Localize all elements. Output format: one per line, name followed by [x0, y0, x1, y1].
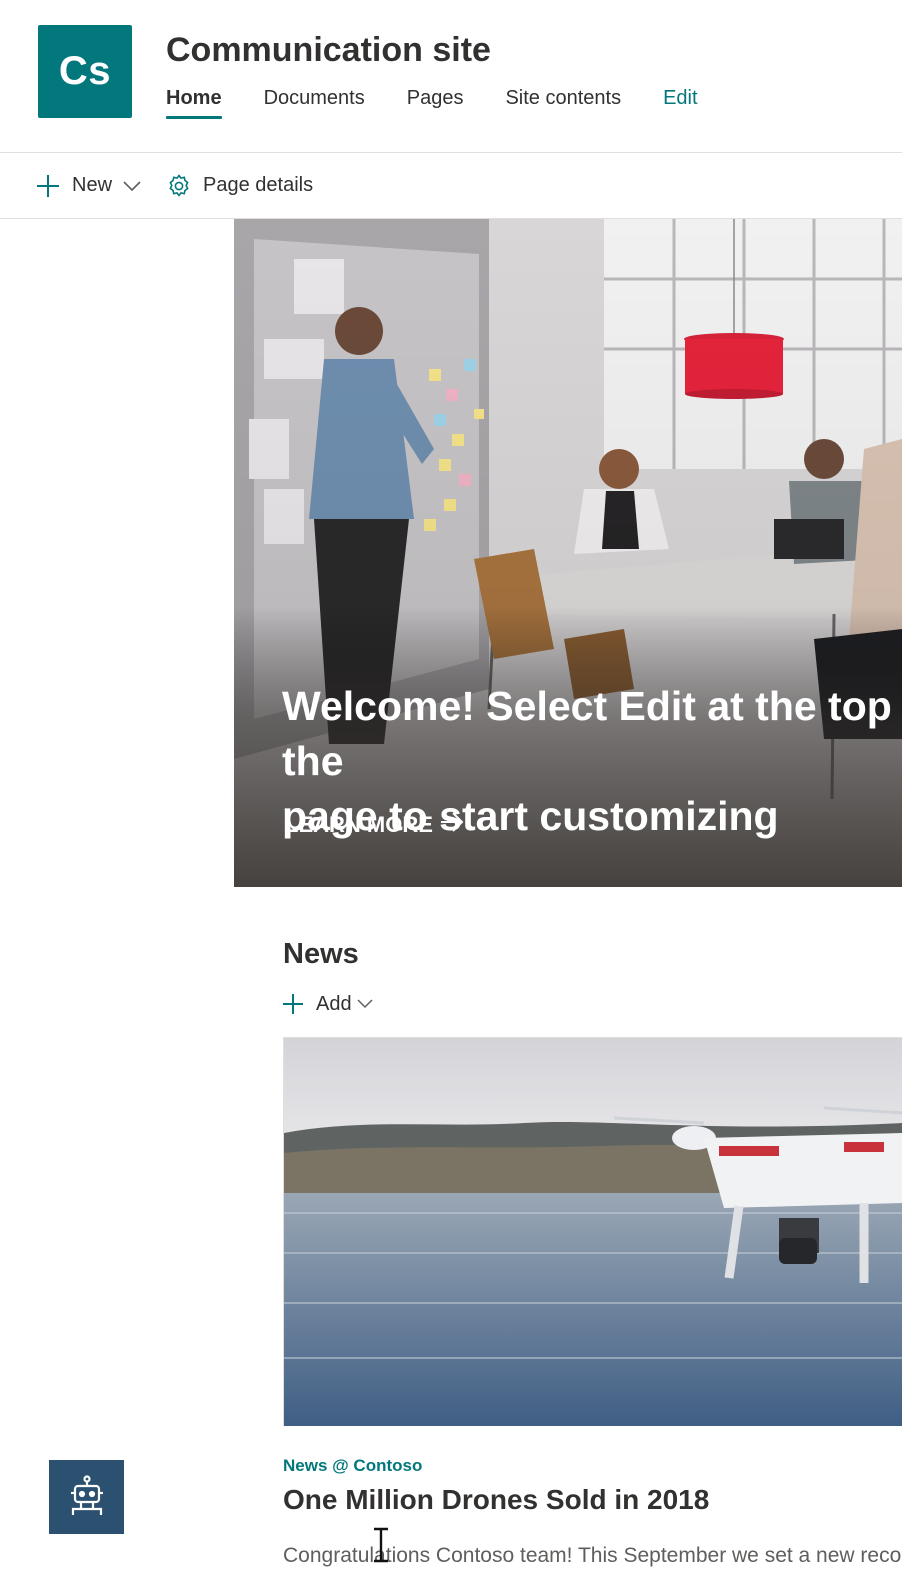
- new-button-label: New: [72, 174, 113, 196]
- drone-lake-image: [284, 1038, 902, 1426]
- learn-more-label: LEARN MORE: [285, 812, 433, 837]
- hero-banner[interactable]: Welcome! Select Edit at the top of the p…: [234, 219, 902, 887]
- site-header: Cs Communication site Home Documents Pag…: [0, 0, 902, 152]
- chat-bot-button[interactable]: [49, 1460, 124, 1534]
- i-beam-cursor-icon: [374, 1527, 388, 1563]
- nav-item-site-contents[interactable]: Site contents: [505, 85, 621, 121]
- learn-more-link[interactable]: LEARN MORE: [285, 811, 465, 839]
- page-details-button[interactable]: Page details: [166, 153, 313, 218]
- robot-icon: [70, 1475, 103, 1515]
- page-details-label: Page details: [203, 174, 314, 196]
- command-bar: New Page details: [0, 153, 902, 218]
- site-title[interactable]: Communication site: [166, 31, 491, 70]
- sharepoint-page: Cs Communication site Home Documents Pag…: [0, 0, 902, 1586]
- news-source-label[interactable]: News @ Contoso: [283, 1456, 422, 1476]
- nav-item-documents[interactable]: Documents: [264, 85, 365, 121]
- plus-icon: [282, 993, 304, 1015]
- nav-item-pages[interactable]: Pages: [407, 85, 464, 121]
- plus-icon: [36, 174, 60, 198]
- news-add-button[interactable]: Add: [282, 988, 374, 1020]
- site-navigation: Home Documents Pages Site contents Edit: [166, 85, 698, 121]
- news-add-label: Add: [316, 992, 352, 1015]
- new-button[interactable]: New: [36, 153, 142, 218]
- news-card-title[interactable]: One Million Drones Sold in 2018: [283, 1484, 709, 1516]
- site-logo[interactable]: Cs: [38, 25, 132, 118]
- gear-icon: [166, 173, 192, 199]
- chevron-down-icon: [356, 998, 374, 1010]
- nav-item-home[interactable]: Home: [166, 85, 222, 121]
- chevron-down-icon[interactable]: [122, 179, 142, 193]
- news-heading: News: [283, 938, 359, 970]
- news-card-image[interactable]: [283, 1037, 902, 1426]
- arrow-right-icon: [439, 811, 465, 839]
- nav-edit-link[interactable]: Edit: [663, 85, 697, 121]
